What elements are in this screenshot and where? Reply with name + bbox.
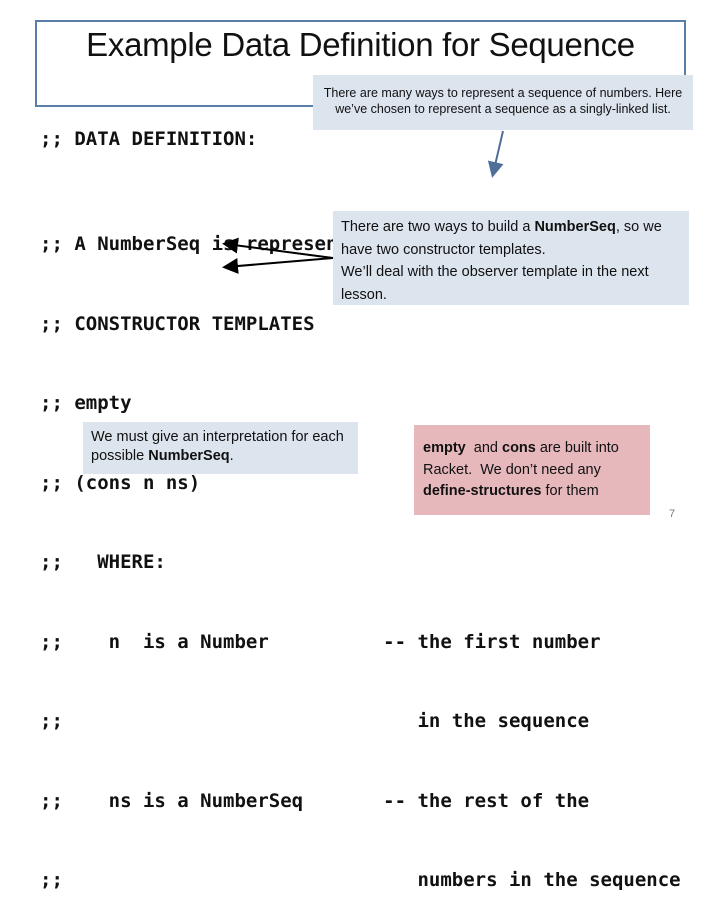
slide-title: Example Data Definition for Sequence [86,26,635,63]
callout-text: We’ll deal with the observer template in… [341,264,649,303]
builtin-callout: empty and cons are built into Racket. We… [414,425,650,515]
constructors-callout: There are two ways to build a NumberSeq,… [333,211,689,305]
page-number: 7 [669,508,676,520]
code-line: ;; empty [40,392,132,414]
code-line: ;; ns is a NumberSeq -- the rest of the [40,789,590,812]
code-header: ;; DATA DEFINITION: [40,128,258,150]
code-line: ;; in the sequence [40,710,590,732]
callout-bold-text: define-structures [423,483,542,499]
callout-bold-text: cons [502,440,536,456]
arrow-to-list-icon [487,130,504,178]
callout-bold-text: empty [423,440,466,456]
code-line: ;; n is a Number -- the first number [40,630,601,653]
callout-text: and [465,440,502,456]
code-line: ;; WHERE: [40,551,166,573]
callout-bold-text: NumberSeq [148,448,230,464]
callout-text: There are two ways to build a [341,219,535,235]
callout-bold-text: NumberSeq [534,219,616,235]
callout-text: . [229,448,234,464]
callout-line: we’ve chosen to represent a sequence as … [335,102,671,116]
code-line: ;; numbers in the sequence [40,869,681,891]
representation-callout: There are many ways to represent a seque… [313,75,693,130]
callout-line: There are many ways to represent a seque… [323,86,683,100]
callout-text: for them [541,483,599,499]
code-line: ;; CONSTRUCTOR TEMPLATES [40,312,315,335]
interpretation-callout: We must give an interpretation for each … [83,422,358,474]
